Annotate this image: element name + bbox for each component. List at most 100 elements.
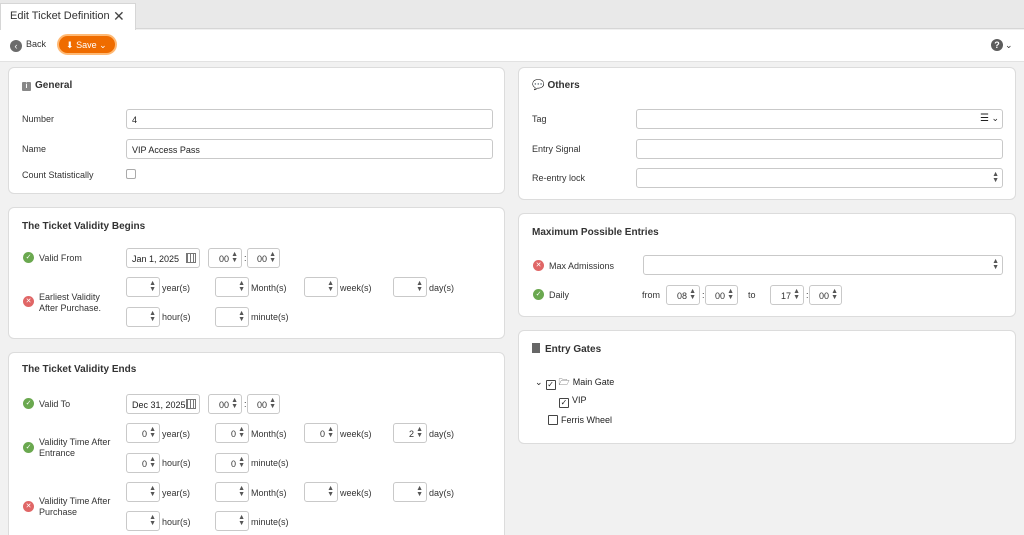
purchase-month-input[interactable]: ▲ ▼ (215, 482, 249, 502)
minute-unit: minute(s) (251, 312, 289, 322)
entrance-week-input[interactable]: 0 ▲ ▼ (304, 423, 338, 443)
earliest-line1: Earliest Validity (39, 292, 100, 302)
spinner-icon[interactable]: ▲ ▼ (992, 258, 999, 271)
spinner-icon[interactable]: ▲ ▼ (793, 288, 800, 301)
entry-signal-input[interactable] (636, 139, 1003, 159)
spinner-icon[interactable]: ▲ ▼ (149, 310, 156, 323)
chevron-down-icon[interactable]: ⌄ (535, 377, 543, 387)
daily-from-minute[interactable]: 00 ▲ ▼ (705, 285, 738, 305)
spinner-icon[interactable]: ▲ ▼ (992, 171, 999, 184)
tree-item-main-gate[interactable]: ⌄ ✓ 🗁 Main Gate (535, 375, 614, 391)
spinner-icon[interactable]: ▲ ▼ (269, 251, 276, 264)
valid-from-hour[interactable]: 00 ▲ ▼ (208, 248, 242, 268)
spinner-icon[interactable]: ▲ ▼ (416, 280, 423, 293)
tree-item-ferris-wheel[interactable]: Ferris Wheel (548, 415, 612, 425)
purchase-week-input[interactable]: ▲ ▼ (304, 482, 338, 502)
spinner-icon[interactable]: ▲ ▼ (327, 280, 334, 293)
count-statistically-label: Count Statistically (22, 170, 94, 180)
entrance-day-input[interactable]: 2 ▲ ▼ (393, 423, 427, 443)
valid-from-date-input[interactable]: Jan 1, 2025 (126, 248, 200, 268)
spinner-icon[interactable]: ▲ ▼ (269, 397, 276, 410)
earliest-year-input[interactable]: ▲ ▼ (126, 277, 160, 297)
chat-icon: 💬 (532, 80, 545, 91)
vip-checkbox[interactable]: ✓ (559, 398, 569, 408)
valid-to-minute[interactable]: 00 ▲ ▼ (247, 394, 280, 414)
entrance-hour-input[interactable]: 0 ▲ ▼ (126, 453, 160, 473)
check-icon: ✓ (23, 398, 34, 409)
purchase-year-input[interactable]: ▲ ▼ (126, 482, 160, 502)
spinner-icon[interactable]: ▲ ▼ (238, 310, 245, 323)
spinner-icon[interactable]: ▲ ▼ (689, 288, 696, 301)
calendar-icon[interactable] (186, 253, 196, 263)
earliest-day-input[interactable]: ▲ ▼ (393, 277, 427, 297)
cross-icon: ✕ (23, 501, 34, 512)
daily-from-hour[interactable]: 08 ▲ ▼ (666, 285, 700, 305)
spinner-icon[interactable]: ▲ ▼ (238, 514, 245, 527)
tree-item-vip[interactable]: ✓ VIP (559, 395, 587, 408)
minute-value: 00 (256, 400, 267, 410)
spinner-icon[interactable]: ▲ ▼ (831, 288, 838, 301)
max-admissions-input[interactable]: ▲ ▼ (643, 255, 1003, 275)
hour-unit: hour(s) (162, 517, 191, 527)
purchase-day-input[interactable]: ▲ ▼ (393, 482, 427, 502)
tab-edit-ticket-definition[interactable]: Edit Ticket Definition ✕ (0, 3, 136, 30)
earliest-week-input[interactable]: ▲ ▼ (304, 277, 338, 297)
week-unit: week(s) (340, 429, 372, 439)
count-statistically-checkbox[interactable] (126, 169, 136, 179)
purchase-minute-input[interactable]: ▲ ▼ (215, 511, 249, 531)
info-icon: i (22, 82, 31, 91)
valid-to-date-input[interactable]: Dec 31, 2025 (126, 394, 200, 414)
purchase-hour-input[interactable]: ▲ ▼ (126, 511, 160, 531)
purchase-line2: Purchase (39, 507, 78, 517)
year-unit: year(s) (162, 429, 191, 439)
hour-unit: hour(s) (162, 312, 191, 322)
calendar-icon[interactable] (186, 399, 196, 409)
spinner-icon[interactable]: ▲ ▼ (727, 288, 734, 301)
earliest-hour-input[interactable]: ▲ ▼ (126, 307, 160, 327)
spinner-icon[interactable]: ▲ ▼ (149, 485, 156, 498)
reentry-lock-input[interactable]: ▲ ▼ (636, 168, 1003, 188)
entrance-minute-input[interactable]: 0 ▲ ▼ (215, 453, 249, 473)
earliest-minute-input[interactable]: ▲ ▼ (215, 307, 249, 327)
reentry-lock-label: Re-entry lock (532, 173, 586, 183)
back-button[interactable]: ‹ Back (10, 39, 46, 52)
general-title: i General (22, 80, 72, 91)
earliest-month-input[interactable]: ▲ ▼ (215, 277, 249, 297)
spinner-icon[interactable]: ▲ ▼ (416, 485, 423, 498)
ferris-wheel-checkbox[interactable] (548, 415, 558, 425)
tag-select[interactable]: ☰ ⌄ (636, 109, 1003, 129)
entrance-year-input[interactable]: 0 ▲ ▼ (126, 423, 160, 443)
validity-begins-title: The Ticket Validity Begins (22, 221, 146, 232)
spinner-icon[interactable]: ▲ ▼ (238, 280, 245, 293)
others-title-text: Others (547, 80, 580, 91)
close-icon[interactable]: ✕ (113, 8, 125, 25)
spinner-icon[interactable]: ▲ ▼ (149, 514, 156, 527)
valid-to-hour[interactable]: 00 ▲ ▼ (208, 394, 242, 414)
from-minute-value: 00 (714, 291, 725, 301)
entrance-month-input[interactable]: 0 ▲ ▼ (215, 423, 249, 443)
spinner-icon[interactable]: ▲ ▼ (238, 426, 245, 439)
spinner-icon[interactable]: ▲ ▼ (149, 426, 156, 439)
gate-icon (532, 343, 540, 353)
spinner-icon[interactable]: ▲ ▼ (231, 251, 238, 264)
save-button[interactable]: ⬇ Save ⌄ (57, 34, 117, 55)
spinner-icon[interactable]: ▲ ▼ (327, 426, 334, 439)
spinner-icon[interactable]: ▲ ▼ (149, 456, 156, 469)
spinner-icon[interactable]: ▲ ▼ (416, 426, 423, 439)
daily-to-hour[interactable]: 17 ▲ ▼ (770, 285, 804, 305)
arrow-left-icon: ‹ (10, 40, 22, 52)
help-button[interactable]: ? ⌄ (991, 39, 1015, 53)
daily-to-minute[interactable]: 00 ▲ ▼ (809, 285, 842, 305)
spinner-icon[interactable]: ▲ ▼ (231, 397, 238, 410)
spinner-icon[interactable]: ▲ ▼ (238, 456, 245, 469)
spinner-icon[interactable]: ▲ ▼ (238, 485, 245, 498)
number-input[interactable]: 4 (126, 109, 493, 129)
spinner-icon[interactable]: ▲ ▼ (327, 485, 334, 498)
main-gate-checkbox[interactable]: ✓ (545, 380, 556, 390)
save-label: Save (76, 40, 97, 50)
spinner-icon[interactable]: ▲ ▼ (149, 280, 156, 293)
valid-from-minute[interactable]: 00 ▲ ▼ (247, 248, 280, 268)
cross-icon: ✕ (533, 260, 544, 271)
name-input[interactable]: VIP Access Pass (126, 139, 493, 159)
day-unit: day(s) (429, 488, 455, 498)
